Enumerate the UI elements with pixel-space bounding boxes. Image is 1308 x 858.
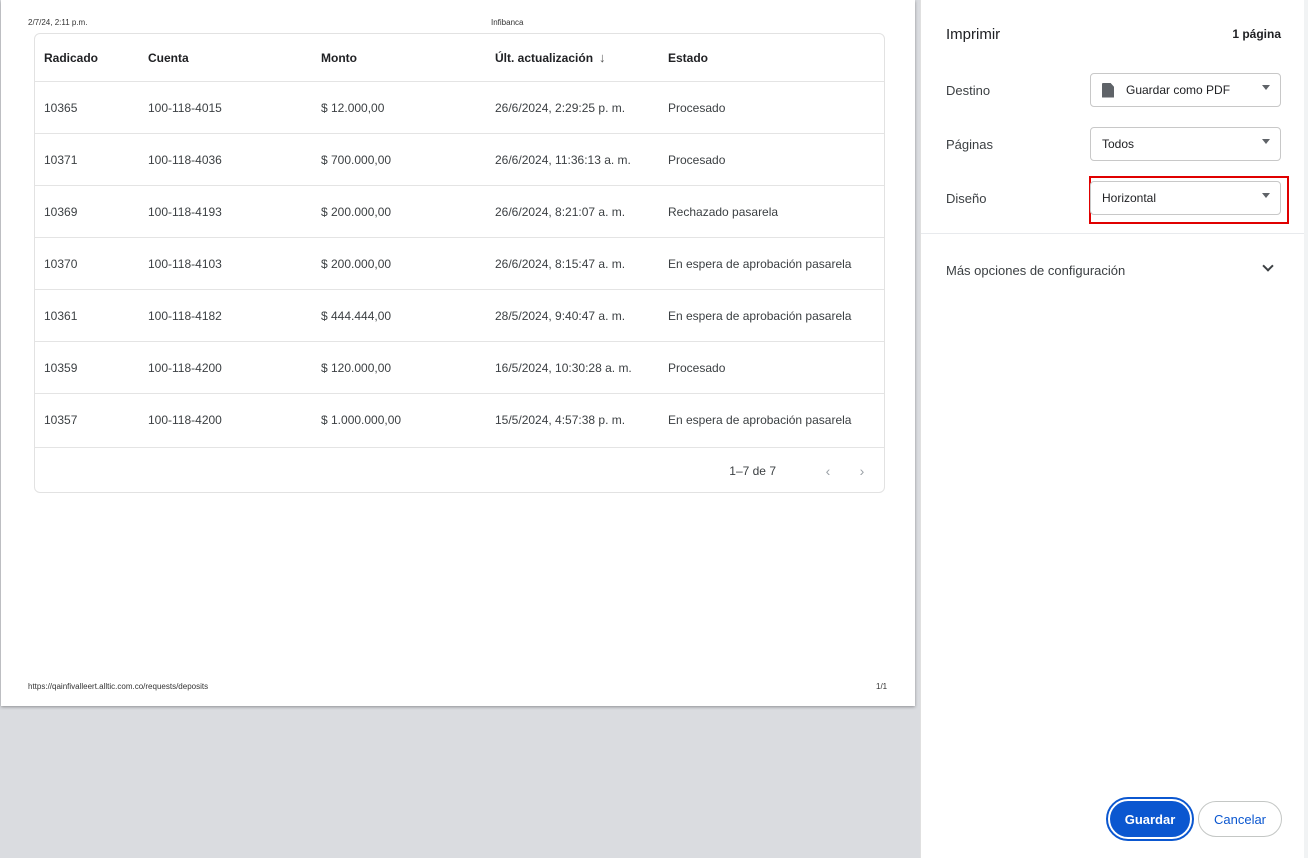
- preview-page: 2/7/24, 2:11 p.m. Infibanca Radicado Cue…: [1, 0, 915, 706]
- destination-select[interactable]: Guardar como PDF: [1090, 73, 1281, 107]
- cell-radicado: 10359: [44, 360, 78, 375]
- cell-estado: Procesado: [668, 100, 726, 115]
- document-icon: [1102, 82, 1114, 98]
- pages-label: Páginas: [946, 137, 993, 152]
- cell-cuenta: 100-118-4015: [148, 100, 222, 115]
- settings-divider: [921, 233, 1308, 234]
- page-header-title: Infibanca: [491, 18, 524, 27]
- cell-monto: $ 1.000.000,00: [321, 413, 402, 427]
- print-title: Imprimir: [946, 26, 1001, 43]
- caret-down-icon: [1262, 193, 1270, 198]
- cell-estado: Procesado: [668, 360, 726, 375]
- panel-scrollbar[interactable]: [1304, 0, 1308, 858]
- cell-estado: En espera de aprobación pasarela: [668, 308, 852, 323]
- print-settings-panel: Imprimir 1 página Destino Guardar como P…: [920, 0, 1308, 858]
- table-row: 10359 100-118-4200 $ 120.000,00 16/5/202…: [35, 342, 884, 394]
- destination-label: Destino: [946, 83, 991, 98]
- cell-fecha: 28/5/2024, 9:40:47 a. m.: [495, 308, 626, 323]
- cell-cuenta: 100-118-4182: [148, 308, 222, 323]
- cell-monto: $ 700.000,00: [321, 152, 392, 167]
- cell-cuenta: 100-118-4200: [148, 413, 222, 427]
- destination-value: Guardar como PDF: [1126, 83, 1231, 97]
- page-footer-number: 1/1: [876, 682, 888, 691]
- table-row: 10365 100-118-4015 $ 12.000,00 26/6/2024…: [35, 82, 884, 134]
- column-header-cuenta: Cuenta: [148, 50, 189, 65]
- cell-radicado: 10370: [44, 256, 78, 271]
- cell-radicado: 10365: [44, 100, 78, 115]
- cell-radicado: 10361: [44, 308, 78, 323]
- cell-monto: $ 12.000,00: [321, 100, 385, 115]
- table-row: 10357 100-118-4200 $ 1.000.000,00 15/5/2…: [35, 394, 884, 446]
- cancel-button[interactable]: Cancelar: [1198, 801, 1282, 837]
- cell-monto: $ 200.000,00: [321, 256, 392, 271]
- page-header-date: 2/7/24, 2:11 p.m.: [28, 18, 88, 27]
- column-header-label: Últ. actualización: [495, 51, 594, 65]
- table-row: 10370 100-118-4103 $ 200.000,00 26/6/202…: [35, 238, 884, 290]
- table-pagination: 1–7 de 7 ‹ ›: [35, 447, 884, 492]
- cell-monto: $ 120.000,00: [321, 360, 392, 375]
- cell-cuenta: 100-118-4036: [148, 152, 222, 167]
- cell-monto: $ 200.000,00: [321, 204, 392, 219]
- more-settings-toggle[interactable]: Más opciones de configuración: [946, 263, 1125, 278]
- cell-estado: Procesado: [668, 152, 726, 167]
- deposits-table-card: Radicado Cuenta Monto Últ. actualización…: [34, 33, 885, 493]
- cell-radicado: 10357: [44, 413, 78, 427]
- column-header-ultima-actualizacion: Últ. actualización ↓: [495, 50, 668, 65]
- cell-radicado: 10369: [44, 204, 78, 219]
- layout-value: Horizontal: [1102, 191, 1157, 205]
- chevron-right-icon: ›: [859, 462, 865, 479]
- cell-estado: En espera de aprobación pasarela: [668, 413, 852, 427]
- table-row: 10369 100-118-4193 $ 200.000,00 26/6/202…: [35, 186, 884, 238]
- cell-fecha: 16/5/2024, 10:30:28 a. m.: [495, 360, 632, 375]
- cell-fecha: 26/6/2024, 11:36:13 a. m.: [495, 152, 631, 167]
- print-preview-area: 2/7/24, 2:11 p.m. Infibanca Radicado Cue…: [0, 0, 920, 858]
- column-header-monto: Monto: [321, 50, 357, 65]
- caret-down-icon: [1262, 85, 1270, 90]
- cell-monto: $ 444.444,00: [321, 308, 392, 323]
- cell-estado: En espera de aprobación pasarela: [668, 256, 852, 271]
- table-row: 10361 100-118-4182 $ 444.444,00 28/5/202…: [35, 290, 884, 342]
- cell-fecha: 15/5/2024, 4:57:38 p. m.: [495, 413, 626, 427]
- page-footer-url: https://qainfivalleert.alltic.com.co/req…: [28, 682, 209, 691]
- cell-fecha: 26/6/2024, 8:21:07 a. m.: [495, 204, 626, 219]
- page-count: 1 página: [1232, 27, 1281, 41]
- save-button[interactable]: Guardar: [1106, 797, 1194, 841]
- cell-radicado: 10371: [44, 152, 78, 167]
- table-header-row: Radicado Cuenta Monto Últ. actualización…: [35, 34, 884, 82]
- cell-estado: Rechazado pasarela: [668, 204, 779, 219]
- cell-fecha: 26/6/2024, 8:15:47 a. m.: [495, 256, 626, 271]
- cell-cuenta: 100-118-4103: [148, 256, 222, 271]
- caret-down-icon: [1262, 139, 1270, 144]
- pages-select[interactable]: Todos: [1090, 127, 1281, 161]
- layout-label: Diseño: [946, 191, 987, 206]
- chevron-down-icon[interactable]: [1262, 260, 1274, 272]
- pages-value: Todos: [1102, 137, 1135, 151]
- cell-cuenta: 100-118-4193: [148, 204, 222, 219]
- chevron-left-icon: ‹: [825, 462, 831, 479]
- column-header-radicado: Radicado: [44, 50, 99, 65]
- arrow-down-icon: ↓: [599, 50, 606, 65]
- table-row: 10371 100-118-4036 $ 700.000,00 26/6/202…: [35, 134, 884, 186]
- column-header-estado: Estado: [668, 50, 709, 65]
- cell-cuenta: 100-118-4200: [148, 360, 222, 375]
- pagination-range: 1–7 de 7: [729, 463, 776, 478]
- cell-fecha: 26/6/2024, 2:29:25 p. m.: [495, 100, 626, 115]
- layout-select[interactable]: Horizontal: [1090, 181, 1281, 215]
